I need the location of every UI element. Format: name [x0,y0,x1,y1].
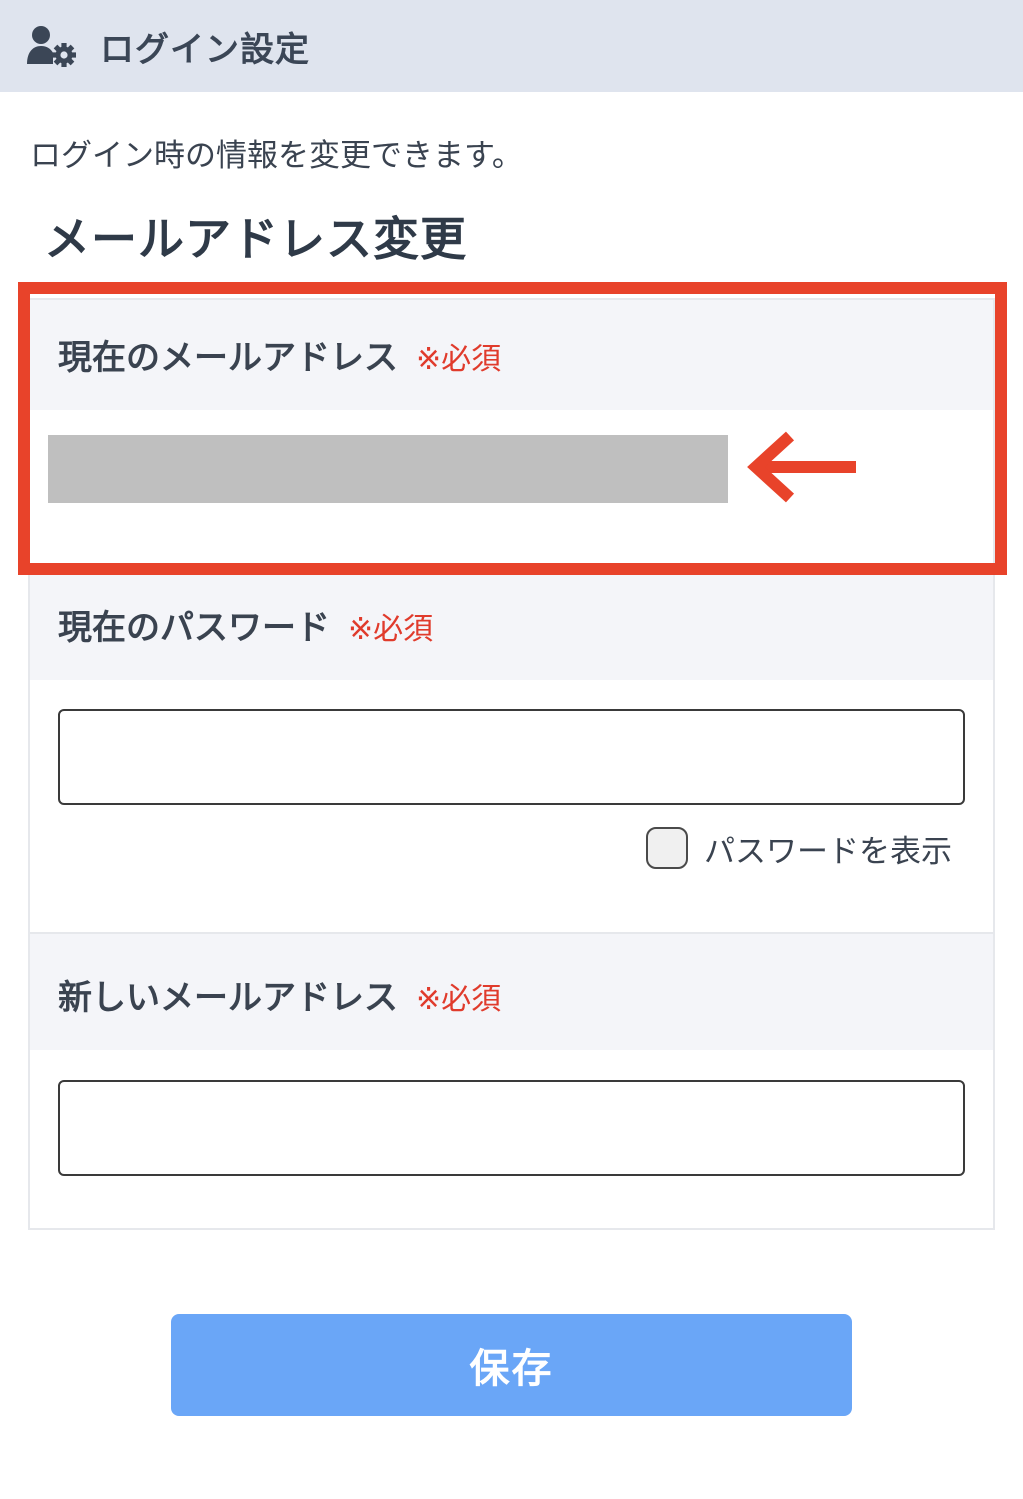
new-email-label: 新しいメールアドレス ※必須 [58,970,501,1019]
new-email-label-row: 新しいメールアドレス ※必須 [30,934,993,1050]
current-password-label: 現在のパスワード ※必須 [58,600,433,649]
show-password-label: パスワードを表示 [704,833,952,870]
header-bar: ログイン設定 [0,0,1023,92]
required-badge: ※必須 [348,612,434,647]
intro-text: ログイン時の情報を変更できます。 [30,138,523,174]
login-settings-page: ログイン設定 ログイン時の情報を変更できます。 メールアドレス変更 現在のメール… [0,0,1023,1499]
current-password-input[interactable] [58,709,965,805]
new-email-input[interactable] [58,1080,965,1176]
current-password-label-text: 現在のパスワード [58,608,330,648]
user-gear-icon [27,26,76,67]
new-email-label-text: 新しいメールアドレス [58,978,398,1018]
show-password-checkbox[interactable] [646,827,688,869]
required-badge: ※必須 [416,982,502,1017]
show-password-toggle[interactable]: パスワードを表示 [646,825,952,871]
section-title: メールアドレス変更 [44,212,467,266]
page-title: ログイン設定 [100,30,310,70]
left-arrow-icon [747,431,856,503]
current-password-label-row: 現在のパスワード ※必須 [30,572,993,680]
save-button[interactable]: 保存 [171,1314,852,1416]
